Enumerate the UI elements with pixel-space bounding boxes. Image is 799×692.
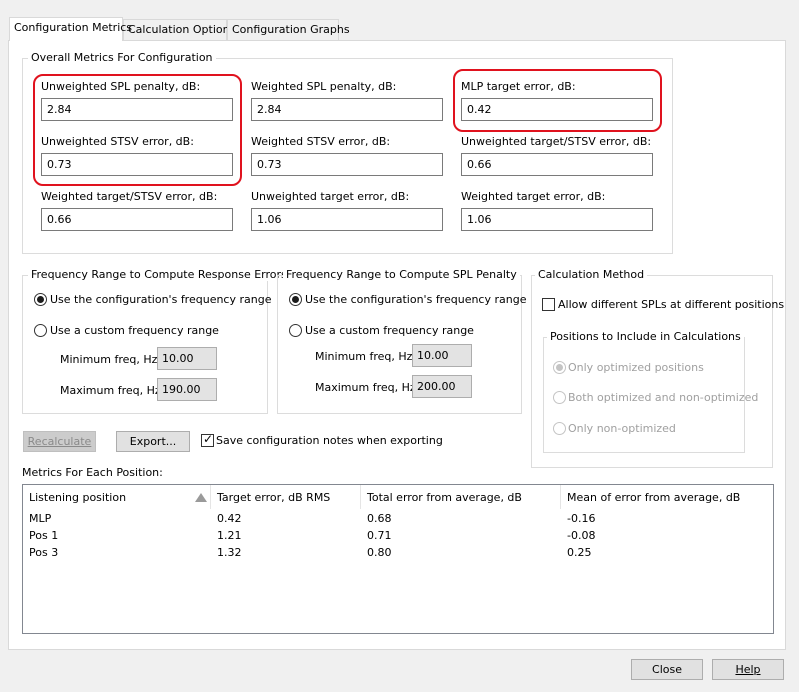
radio-config-range-response[interactable] xyxy=(34,293,47,306)
tab-calculation-options[interactable]: Calculation Options xyxy=(123,19,235,40)
radio-label: Use the configuration's frequency range xyxy=(305,293,527,306)
tab-label: Calculation Options xyxy=(128,23,236,36)
weighted-stsv-error-label: Weighted STSV error, dB: xyxy=(251,135,391,148)
table-row[interactable]: Pos 3 1.32 0.80 0.25 xyxy=(23,546,773,563)
max-freq-label: Maximum freq, Hz: xyxy=(315,381,420,394)
min-freq-label: Minimum freq, Hz: xyxy=(315,350,417,363)
column-header-mean-error[interactable]: Mean of error from average, dB xyxy=(561,485,773,509)
export-button[interactable]: Export... xyxy=(116,431,190,452)
tab-configuration-metrics[interactable]: Configuration Metrics xyxy=(9,17,132,41)
freq-range-spl-title: Frequency Range to Compute SPL Penalty xyxy=(283,268,520,281)
table-cell: 0.80 xyxy=(367,546,392,559)
table-row[interactable]: MLP 0.42 0.68 -0.16 xyxy=(23,512,773,529)
radio-label: Only optimized positions xyxy=(568,361,704,374)
button-label: Close xyxy=(652,663,682,676)
weighted-spl-penalty-label: Weighted SPL penalty, dB: xyxy=(251,80,397,93)
radio-custom-range-response[interactable] xyxy=(34,324,47,337)
column-header-label: Total error from average, dB xyxy=(367,491,522,504)
radio-only-non-optimized[interactable] xyxy=(553,422,566,435)
max-freq-field[interactable]: 190.00 xyxy=(157,378,217,401)
allow-different-spl-label: Allow different SPLs at different positi… xyxy=(558,298,785,311)
positions-include-title: Positions to Include in Calculations xyxy=(547,330,744,343)
column-header-listening-position[interactable]: Listening position xyxy=(23,485,211,509)
column-header-label: Listening position xyxy=(29,491,127,504)
weighted-stsv-error-field[interactable]: 0.73 xyxy=(251,153,443,176)
weighted-target-error-label: Weighted target error, dB: xyxy=(461,190,606,203)
min-freq-field[interactable]: 10.00 xyxy=(157,347,217,370)
weighted-target-error-field[interactable]: 1.06 xyxy=(461,208,653,231)
weighted-spl-penalty-field[interactable]: 2.84 xyxy=(251,98,443,121)
radio-custom-range-spl[interactable] xyxy=(289,324,302,337)
weighted-target-stsv-error-field[interactable]: 0.66 xyxy=(41,208,233,231)
weighted-target-stsv-error-label: Weighted target/STSV error, dB: xyxy=(41,190,218,203)
max-freq-label: Maximum freq, Hz: xyxy=(60,384,165,397)
table-cell: 0.71 xyxy=(367,529,392,542)
allow-different-spl-checkbox[interactable] xyxy=(542,298,555,311)
sort-ascending-icon xyxy=(195,493,207,502)
column-header-label: Mean of error from average, dB xyxy=(567,491,741,504)
column-header-total-error[interactable]: Total error from average, dB xyxy=(361,485,561,509)
table-cell: 0.25 xyxy=(567,546,592,559)
tab-label: Configuration Metrics xyxy=(14,21,133,34)
metrics-table[interactable]: Listening position Target error, dB RMS … xyxy=(22,484,774,634)
tab-label: Configuration Graphs xyxy=(232,23,350,36)
unweighted-target-error-field[interactable]: 1.06 xyxy=(251,208,443,231)
column-header-target-error[interactable]: Target error, dB RMS xyxy=(211,485,361,509)
calculation-method-title: Calculation Method xyxy=(535,268,648,281)
unweighted-target-error-label: Unweighted target error, dB: xyxy=(251,190,410,203)
table-cell: 1.32 xyxy=(217,546,242,559)
highlight-annotation xyxy=(453,69,662,132)
column-header-label: Target error, dB RMS xyxy=(217,491,331,504)
min-freq-label: Minimum freq, Hz: xyxy=(60,353,162,366)
min-freq-field[interactable]: 10.00 xyxy=(412,344,472,367)
table-cell: MLP xyxy=(29,512,52,525)
radio-config-range-spl[interactable] xyxy=(289,293,302,306)
close-button[interactable]: Close xyxy=(631,659,703,680)
highlight-annotation xyxy=(33,74,242,186)
unweighted-target-stsv-error-label: Unweighted target/STSV error, dB: xyxy=(461,135,652,148)
table-cell: 0.68 xyxy=(367,512,392,525)
table-cell: 1.21 xyxy=(217,529,242,542)
radio-both-optimized[interactable] xyxy=(553,391,566,404)
tab-configuration-graphs[interactable]: Configuration Graphs xyxy=(227,19,350,40)
radio-label: Only non-optimized xyxy=(568,422,676,435)
overall-metrics-title: Overall Metrics For Configuration xyxy=(28,51,216,64)
table-cell: -0.16 xyxy=(567,512,596,525)
table-cell: Pos 3 xyxy=(29,546,59,559)
button-label: Recalculate xyxy=(27,435,92,448)
table-cell: -0.08 xyxy=(567,529,596,542)
save-notes-label: Save configuration notes when exporting xyxy=(216,434,443,447)
button-label: Help xyxy=(735,663,761,676)
button-label: Export... xyxy=(129,435,177,448)
freq-range-response-title: Frequency Range to Compute Response Erro… xyxy=(28,268,290,281)
max-freq-field[interactable]: 200.00 xyxy=(412,375,472,398)
radio-only-optimized[interactable] xyxy=(553,361,566,374)
radio-label: Use a custom frequency range xyxy=(305,324,474,337)
table-row[interactable]: Pos 1 1.21 0.71 -0.08 xyxy=(23,529,773,546)
unweighted-target-stsv-error-field[interactable]: 0.66 xyxy=(461,153,653,176)
radio-label: Both optimized and non-optimized xyxy=(568,391,759,404)
table-cell: 0.42 xyxy=(217,512,242,525)
radio-label: Use the configuration's frequency range xyxy=(50,293,272,306)
recalculate-button[interactable]: Recalculate xyxy=(23,431,96,452)
radio-label: Use a custom frequency range xyxy=(50,324,219,337)
save-notes-checkbox[interactable] xyxy=(201,432,214,447)
table-cell: Pos 1 xyxy=(29,529,59,542)
help-button[interactable]: Help xyxy=(712,659,784,680)
metrics-table-title: Metrics For Each Position: xyxy=(22,466,163,479)
